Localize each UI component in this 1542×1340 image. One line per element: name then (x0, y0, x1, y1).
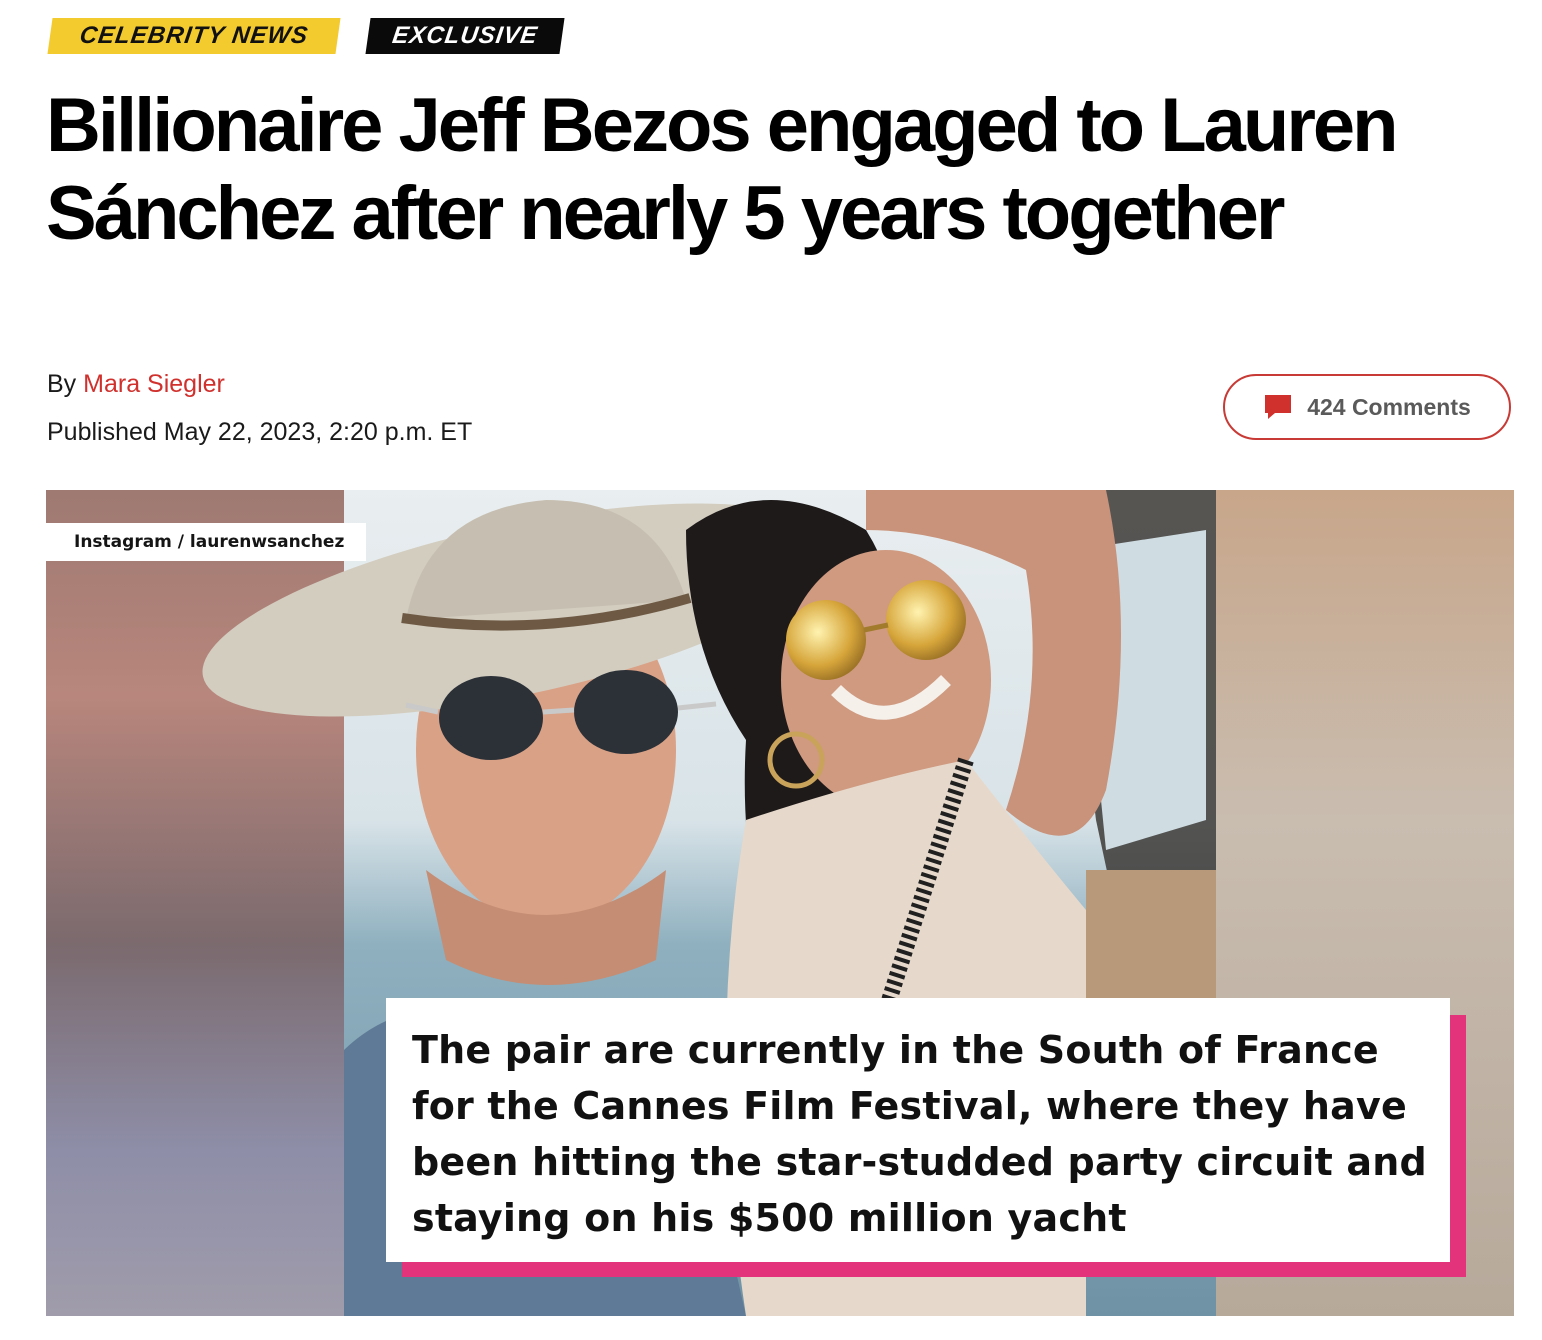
published-date: Published May 22, 2023, 2:20 p.m. ET (47, 418, 473, 446)
category-tag[interactable]: CELEBRITY NEWS (47, 18, 341, 54)
comments-button[interactable]: 424 Comments (1223, 374, 1511, 440)
photo-credit: Instagram / laurenwsanchez (46, 523, 367, 561)
author-link[interactable]: Mara Siegler (83, 370, 225, 398)
byline-prefix: By (47, 370, 77, 398)
exclusive-tag: EXCLUSIVE (365, 18, 565, 54)
article-photo[interactable]: Instagram / laurenwsanchez The pair are … (46, 490, 1514, 1316)
photo-caption: The pair are currently in the South of F… (412, 1028, 1427, 1240)
comments-count-label: 424 Comments (1307, 393, 1471, 420)
article-headline: Billionaire Jeff Bezos engaged to Lauren… (46, 83, 1399, 256)
comment-bubble-icon (1265, 395, 1292, 419)
caption-box: The pair are currently in the South of F… (386, 998, 1450, 1262)
byline: By Mara Siegler (47, 370, 225, 399)
